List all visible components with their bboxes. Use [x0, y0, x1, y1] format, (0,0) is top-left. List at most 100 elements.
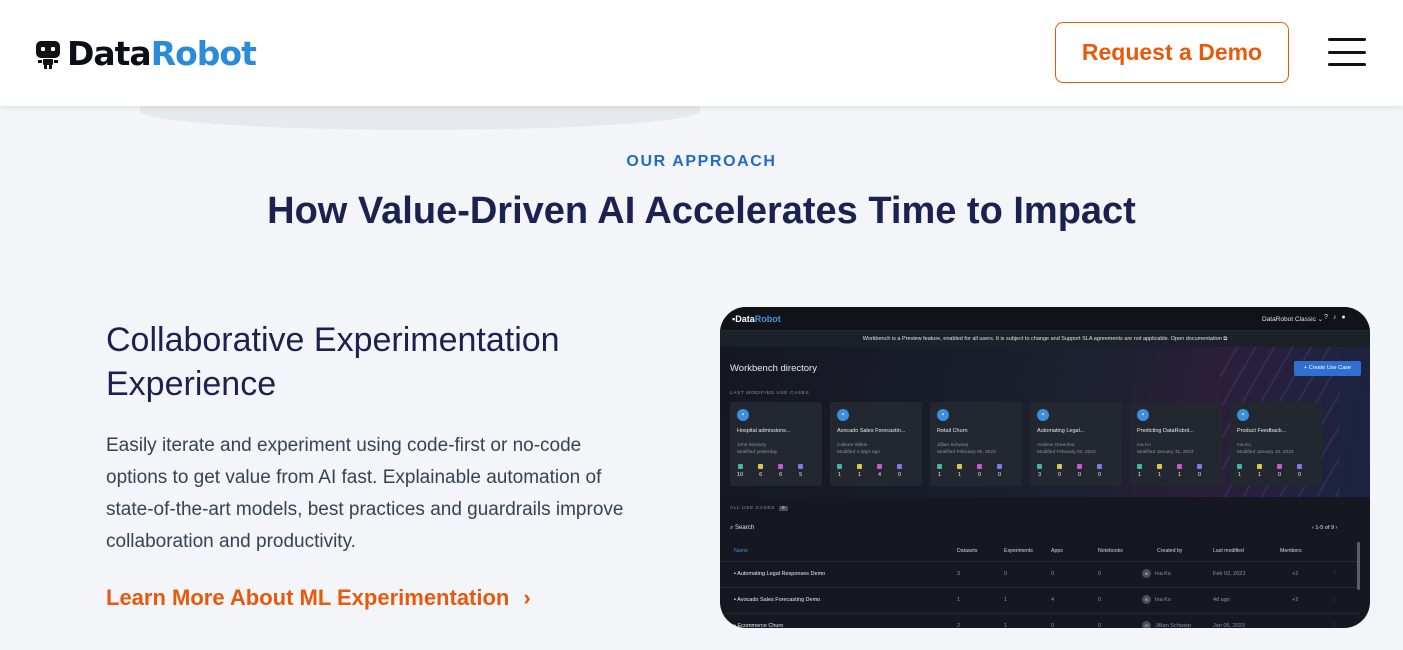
card-modified: Modified January 10, 2023 [1237, 450, 1294, 455]
stat-icon [1157, 464, 1162, 469]
row-experiments: 1 [1004, 597, 1008, 603]
use-case-cards: ▪ Hospital admissions... John Moriarty Modi… [730, 402, 1322, 486]
card-stat: 1 [1257, 464, 1262, 478]
stat-icon [897, 464, 902, 469]
card-name: Automating Legal... [1037, 428, 1085, 434]
classic-switch[interactable]: DataRobot Classic ⌄ [1262, 315, 1323, 323]
row-experiments: 0 [1004, 571, 1008, 577]
stat-icon [837, 464, 842, 469]
card-stat: 10 [737, 464, 743, 478]
row-apps: 0 [1051, 571, 1055, 577]
folder-icon: ▪ [1037, 409, 1049, 421]
column-header[interactable]: Notebooks [1098, 548, 1123, 554]
use-case-card[interactable]: ▪ Avocado Sales Forecastin... Colleen Wilk… [830, 402, 922, 486]
row-datasets: 2 [957, 623, 961, 628]
table-row[interactable]: ▪ Avocado Sales Forecasting Demo 1 1 4 0 IK In… [720, 587, 1360, 613]
row-apps: 0 [1051, 623, 1055, 628]
stat-icon [857, 464, 862, 469]
table-row[interactable]: ▪ Ecommerce Churn 2 1 0 0 JS Jillian Schwiep Ja… [720, 613, 1360, 628]
row-actions-icon[interactable]: ⋮ [1332, 623, 1338, 628]
row-modified: Jan 06, 2023 [1213, 623, 1245, 628]
column-header[interactable]: Name [734, 548, 748, 554]
card-modified: Modified January 31, 2023 [1137, 450, 1194, 455]
card-owner: Ina Ko [1137, 443, 1151, 448]
use-case-card[interactable]: ▪ Predicting DataRobot... Ina Ko Modified J… [1130, 402, 1222, 486]
column-header[interactable]: Datasets [957, 548, 977, 554]
card-name: Product Feedback... [1237, 428, 1287, 434]
datarobot-logo[interactable]: DataRobot [35, 34, 257, 73]
card-owner: John Moriarty [737, 443, 767, 448]
table-row[interactable]: ▪ Automating Legal Responses Demo 3 0 0 0 IK I… [720, 561, 1360, 587]
stat-icon [1177, 464, 1182, 469]
logo-robot-text: Robot [150, 34, 257, 73]
pagination[interactable]: ‹ 1-5 of 9 › [1312, 525, 1337, 531]
row-datasets: 3 [957, 571, 961, 577]
card-name: Hospital admissions... [737, 428, 791, 434]
hamburger-menu-icon[interactable] [1328, 38, 1366, 66]
search-input[interactable]: ⌕ Search [730, 525, 754, 532]
card-stat: 6 [778, 464, 784, 478]
card-stat: 1 [1157, 464, 1162, 478]
row-actions-icon[interactable]: ⋮ [1332, 571, 1338, 577]
column-header[interactable]: Members [1280, 548, 1302, 554]
row-notebooks: 0 [1098, 597, 1102, 603]
stat-icon [1037, 464, 1042, 469]
card-stat: 1 [1137, 464, 1142, 478]
app-topbar: ▪DataRobot DataRobot Classic ⌄ ?♪● [720, 307, 1370, 331]
card-name: Predicting DataRobot... [1137, 428, 1194, 434]
row-members: +2 [1292, 571, 1299, 577]
request-demo-button[interactable]: Request a Demo [1055, 22, 1289, 83]
preview-banner: Workbench is a Preview feature, enabled … [720, 331, 1370, 347]
column-header[interactable]: Last modified [1213, 548, 1244, 554]
column-header[interactable]: Experiments [1004, 548, 1033, 554]
card-stats: 1 1 0 0 [1237, 464, 1302, 478]
robot-logo-icon [36, 40, 60, 69]
column-header[interactable]: Apps [1051, 548, 1063, 554]
card-modified: Modified February 06, 2023 [937, 450, 996, 455]
row-actions-icon[interactable]: ⋮ [1332, 597, 1338, 603]
create-use-case-button[interactable]: + Create Use Case [1294, 361, 1361, 376]
logo-data-text: Data [67, 34, 152, 73]
stat-icon [1237, 464, 1242, 469]
use-case-card[interactable]: ▪ Hospital admissions... John Moriarty Modi… [730, 402, 822, 486]
card-stat: 0 [1057, 464, 1062, 478]
card-stat: 0 [1297, 464, 1302, 478]
card-stat: 1 [857, 464, 862, 478]
learn-more-link[interactable]: Learn More About ML Experimentation › [106, 585, 531, 611]
row-creator: Ina Ko [1155, 597, 1171, 603]
card-stat: 0 [1097, 464, 1102, 478]
card-stat: 3 [1037, 464, 1042, 478]
stat-icon [1197, 464, 1202, 469]
use-case-card[interactable]: ▪ Automating Legal... Andrew Greenhut Modif… [1030, 402, 1122, 486]
help-icon[interactable]: ? [1324, 314, 1333, 321]
row-name: ▪ Ecommerce Churn [734, 623, 784, 628]
card-stats: 1 1 1 0 [1137, 464, 1202, 478]
scrollbar[interactable] [1357, 542, 1360, 590]
use-case-card[interactable]: ▪ Product Feedback... Ina Ko Modified Janua… [1230, 402, 1322, 486]
card-modified: Modified February 02, 2023 [1037, 450, 1096, 455]
card-owner: Colleen Wilkie [837, 443, 868, 448]
card-stat: 0 [1277, 464, 1282, 478]
row-datasets: 1 [957, 597, 961, 603]
row-modified: Feb 02, 2023 [1213, 571, 1246, 577]
user-icon[interactable]: ● [1341, 314, 1350, 321]
creator-avatar: IK [1142, 569, 1151, 578]
card-stat: 0 [977, 464, 982, 478]
stat-icon [778, 464, 784, 469]
folder-icon: ▪ [937, 409, 949, 421]
section-eyebrow: OUR APPROACH [626, 153, 777, 170]
stat-icon [1297, 464, 1302, 469]
card-stat: 4 [877, 464, 882, 478]
row-creator: Ina Ko [1155, 571, 1171, 577]
use-case-card[interactable]: ▪ Retail Churn Jillian Schwiep Modified Feb… [930, 402, 1022, 486]
row-modified: 4d ago [1213, 597, 1230, 603]
folder-icon: ▪ [737, 409, 749, 421]
row-notebooks: 0 [1098, 623, 1102, 628]
card-stat: 6 [758, 464, 764, 478]
learn-more-label: Learn More About ML Experimentation [106, 585, 510, 610]
stat-icon [957, 464, 962, 469]
folder-icon: ▪ [1237, 409, 1249, 421]
table-header: Name Datasets Experiments Apps Notebooks Crea… [720, 545, 1370, 557]
column-header[interactable]: Created by [1157, 548, 1182, 554]
product-screenshot: ▪DataRobot DataRobot Classic ⌄ ?♪● Workb… [720, 307, 1370, 628]
